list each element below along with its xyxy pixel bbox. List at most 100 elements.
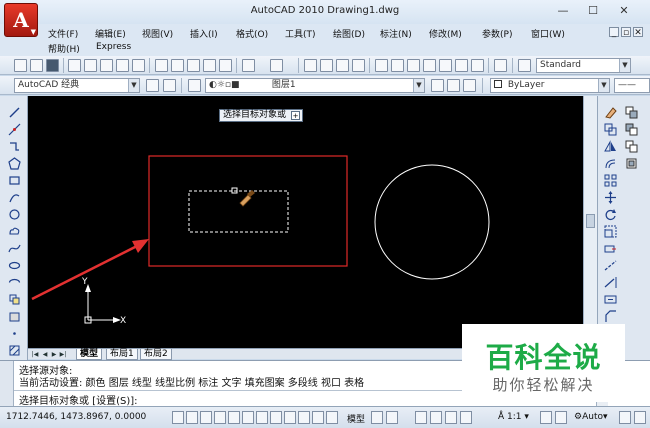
menu-express[interactable]: Express	[96, 42, 131, 52]
publish-icon[interactable]	[100, 59, 113, 72]
scale-icon[interactable]	[604, 225, 617, 238]
move-icon[interactable]	[604, 191, 617, 204]
properties-icon[interactable]	[375, 59, 388, 72]
minimize-button[interactable]: —	[556, 4, 570, 18]
offset-icon[interactable]	[604, 157, 617, 170]
layer-previous-icon[interactable]	[447, 79, 460, 92]
mirror-icon[interactable]	[604, 140, 617, 153]
menu-draw[interactable]: 绘图(D)	[333, 27, 365, 40]
scrollbar-thumb[interactable]	[586, 214, 595, 228]
line-icon[interactable]	[8, 106, 21, 119]
rotate-icon[interactable]	[604, 208, 617, 221]
command-window-grip[interactable]	[0, 361, 14, 407]
text-style-select[interactable]: Standard ▼	[536, 58, 631, 73]
workspace-menu-icon[interactable]	[163, 79, 176, 92]
dynamic-input-icon[interactable]	[270, 411, 282, 424]
chamfer-icon[interactable]	[604, 310, 617, 323]
quick-view-layouts-icon[interactable]	[371, 411, 383, 424]
bring-above-icon[interactable]	[625, 157, 638, 170]
last-tab-icon[interactable]: ▶|	[59, 350, 67, 359]
menu-tools[interactable]: 工具(T)	[285, 27, 316, 40]
tool-palettes-icon[interactable]	[407, 59, 420, 72]
copy-object-icon[interactable]	[604, 123, 617, 136]
match-properties-icon[interactable]	[203, 59, 216, 72]
revision-cloud-icon[interactable]	[8, 225, 21, 238]
linetype-select[interactable]: ——	[614, 78, 650, 93]
extend-icon[interactable]	[604, 276, 617, 289]
annotation-visibility-icon[interactable]	[540, 411, 552, 424]
annotation-scale[interactable]: Å 1:1 ▾	[498, 412, 529, 422]
workspace-settings-icon[interactable]	[146, 79, 159, 92]
calculator-icon[interactable]	[471, 59, 484, 72]
stretch-icon[interactable]	[604, 242, 617, 255]
markup-icon[interactable]	[439, 59, 452, 72]
doc-minimize-button[interactable]: _	[609, 27, 619, 38]
make-layer-current-icon[interactable]	[431, 79, 444, 92]
open-file-icon[interactable]	[30, 59, 43, 72]
bring-to-front-icon[interactable]	[625, 123, 638, 136]
vertical-scrollbar[interactable]	[583, 96, 597, 348]
redo-icon[interactable]	[270, 59, 283, 72]
doc-restore-button[interactable]: ▫	[621, 27, 631, 38]
pan-status-icon[interactable]	[415, 411, 427, 424]
annotation-monitor-icon[interactable]	[326, 411, 338, 424]
command-prompt[interactable]: 选择目标对象或 [设置(S)]:	[19, 392, 138, 407]
layer-isolate-icon[interactable]	[463, 79, 476, 92]
menu-format[interactable]: 格式(O)	[236, 27, 268, 40]
ortho-mode-icon[interactable]	[200, 411, 212, 424]
batch-plot-icon[interactable]	[132, 59, 145, 72]
design-center-icon[interactable]	[391, 59, 404, 72]
model-space-label[interactable]: 模型	[347, 412, 365, 425]
ellipse-icon[interactable]	[8, 259, 21, 272]
circle-icon[interactable]	[8, 208, 21, 221]
auto-scale-icon[interactable]	[555, 411, 567, 424]
erase-icon[interactable]	[604, 106, 617, 119]
block-editor-icon[interactable]	[219, 59, 232, 72]
first-tab-icon[interactable]: |◀	[31, 350, 39, 359]
next-tab-icon[interactable]: ▶	[50, 350, 58, 359]
menu-view[interactable]: 视图(V)	[142, 27, 173, 40]
prev-tab-icon[interactable]: ◀	[41, 350, 49, 359]
polyline-icon[interactable]	[8, 140, 21, 153]
color-select[interactable]: ByLayer ▼	[490, 78, 610, 93]
tab-layout2[interactable]: 布局2	[140, 349, 172, 360]
trim-icon[interactable]	[604, 259, 617, 272]
paste-icon[interactable]	[187, 59, 200, 72]
menu-window[interactable]: 窗口(W)	[531, 27, 565, 40]
menu-help[interactable]: 帮助(H)	[48, 42, 80, 55]
clean-screen-icon[interactable]	[634, 411, 646, 424]
sheet-set-icon[interactable]	[423, 59, 436, 72]
3d-print-icon[interactable]	[116, 59, 129, 72]
grid-display-icon[interactable]	[186, 411, 198, 424]
quick-properties-icon[interactable]	[298, 411, 310, 424]
zoom-window-icon[interactable]	[336, 59, 349, 72]
text-style-icon[interactable]	[518, 59, 531, 72]
break-icon[interactable]	[604, 293, 617, 306]
spline-icon[interactable]	[8, 242, 21, 255]
new-file-icon[interactable]	[14, 59, 27, 72]
doc-close-button[interactable]: ✕	[633, 27, 643, 38]
make-block-icon[interactable]	[8, 310, 21, 323]
menu-insert[interactable]: 插入(I)	[190, 27, 218, 40]
showmotion-icon[interactable]	[460, 411, 472, 424]
dynamic-ucs-icon[interactable]	[256, 411, 268, 424]
quickcalc-icon[interactable]	[455, 59, 468, 72]
insert-block-icon[interactable]	[8, 293, 21, 306]
arc-icon[interactable]	[8, 191, 21, 204]
rectangle-icon[interactable]	[8, 174, 21, 187]
maximize-button[interactable]: ☐	[586, 4, 600, 18]
hatch-icon[interactable]	[8, 344, 21, 357]
point-icon[interactable]	[8, 327, 21, 340]
selection-cycling-icon[interactable]	[312, 411, 324, 424]
layer-manager-icon[interactable]	[188, 79, 201, 92]
polygon-icon[interactable]	[8, 157, 21, 170]
tab-layout1[interactable]: 布局1	[106, 349, 138, 360]
tooltip-options-button[interactable]: +	[291, 111, 301, 120]
save-icon[interactable]	[46, 59, 59, 72]
menu-file[interactable]: 文件(F)	[48, 27, 78, 40]
plot-preview-icon[interactable]	[84, 59, 97, 72]
tab-model[interactable]: 模型	[76, 349, 103, 360]
layer-select[interactable]: ◐☼▫■ 图层1 ▼	[205, 78, 425, 93]
drawing-area[interactable]: Y X	[28, 96, 597, 348]
lock-icon[interactable]	[619, 411, 631, 424]
